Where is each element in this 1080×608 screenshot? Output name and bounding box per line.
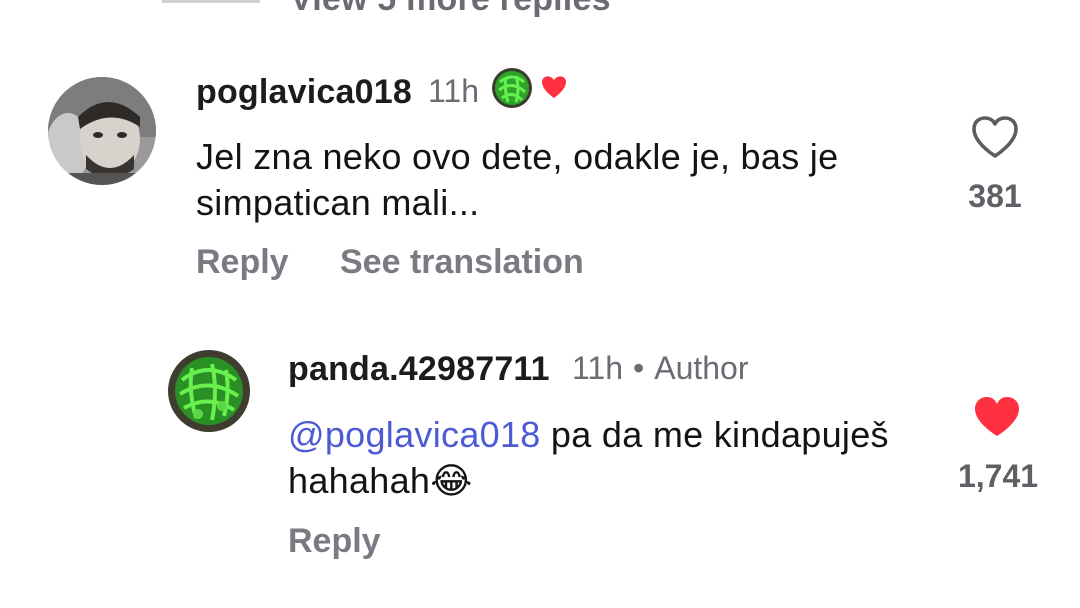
view-replies-divider (162, 0, 260, 3)
meta-separator: • (633, 350, 645, 386)
comment-text: Jel zna neko ovo dete, odakle je, bas je… (196, 136, 839, 223)
author-label: Author (654, 350, 749, 386)
reply-button[interactable]: Reply (196, 243, 289, 282)
view-more-replies-button[interactable]: View 5 more replies (290, 0, 611, 19)
like-count: 381 (968, 178, 1022, 214)
comment-timestamp: 11h (428, 73, 480, 109)
comments-thread: View 5 more replies poglavica018 11h Jel… (0, 0, 1080, 608)
mention-link[interactable]: @poglavica018 (288, 414, 541, 455)
avatar[interactable] (48, 77, 156, 185)
heart-badge-icon (542, 76, 566, 98)
reply-timestamp: 11h (572, 350, 624, 386)
reply-like-button[interactable] (972, 394, 1022, 440)
laughing-emoji: 😂 (430, 461, 473, 502)
heart-outline-icon (972, 116, 1018, 158)
reply-reply-button[interactable]: Reply (288, 522, 381, 561)
heart-filled-icon (975, 397, 1019, 436)
reply-text: @poglavica018 pa da me kindapuješ hahaha… (288, 412, 928, 505)
reply-username[interactable]: panda.42987711 (288, 350, 550, 389)
reply-meta: 11h • Author (572, 350, 749, 387)
creator-liked-badge (490, 66, 574, 110)
see-translation-button[interactable]: See translation (340, 243, 584, 282)
like-button[interactable] (970, 114, 1020, 160)
reply-avatar[interactable] (168, 350, 250, 432)
reply-like-count: 1,741 (957, 458, 1039, 494)
comment-username[interactable]: poglavica018 (196, 73, 412, 112)
